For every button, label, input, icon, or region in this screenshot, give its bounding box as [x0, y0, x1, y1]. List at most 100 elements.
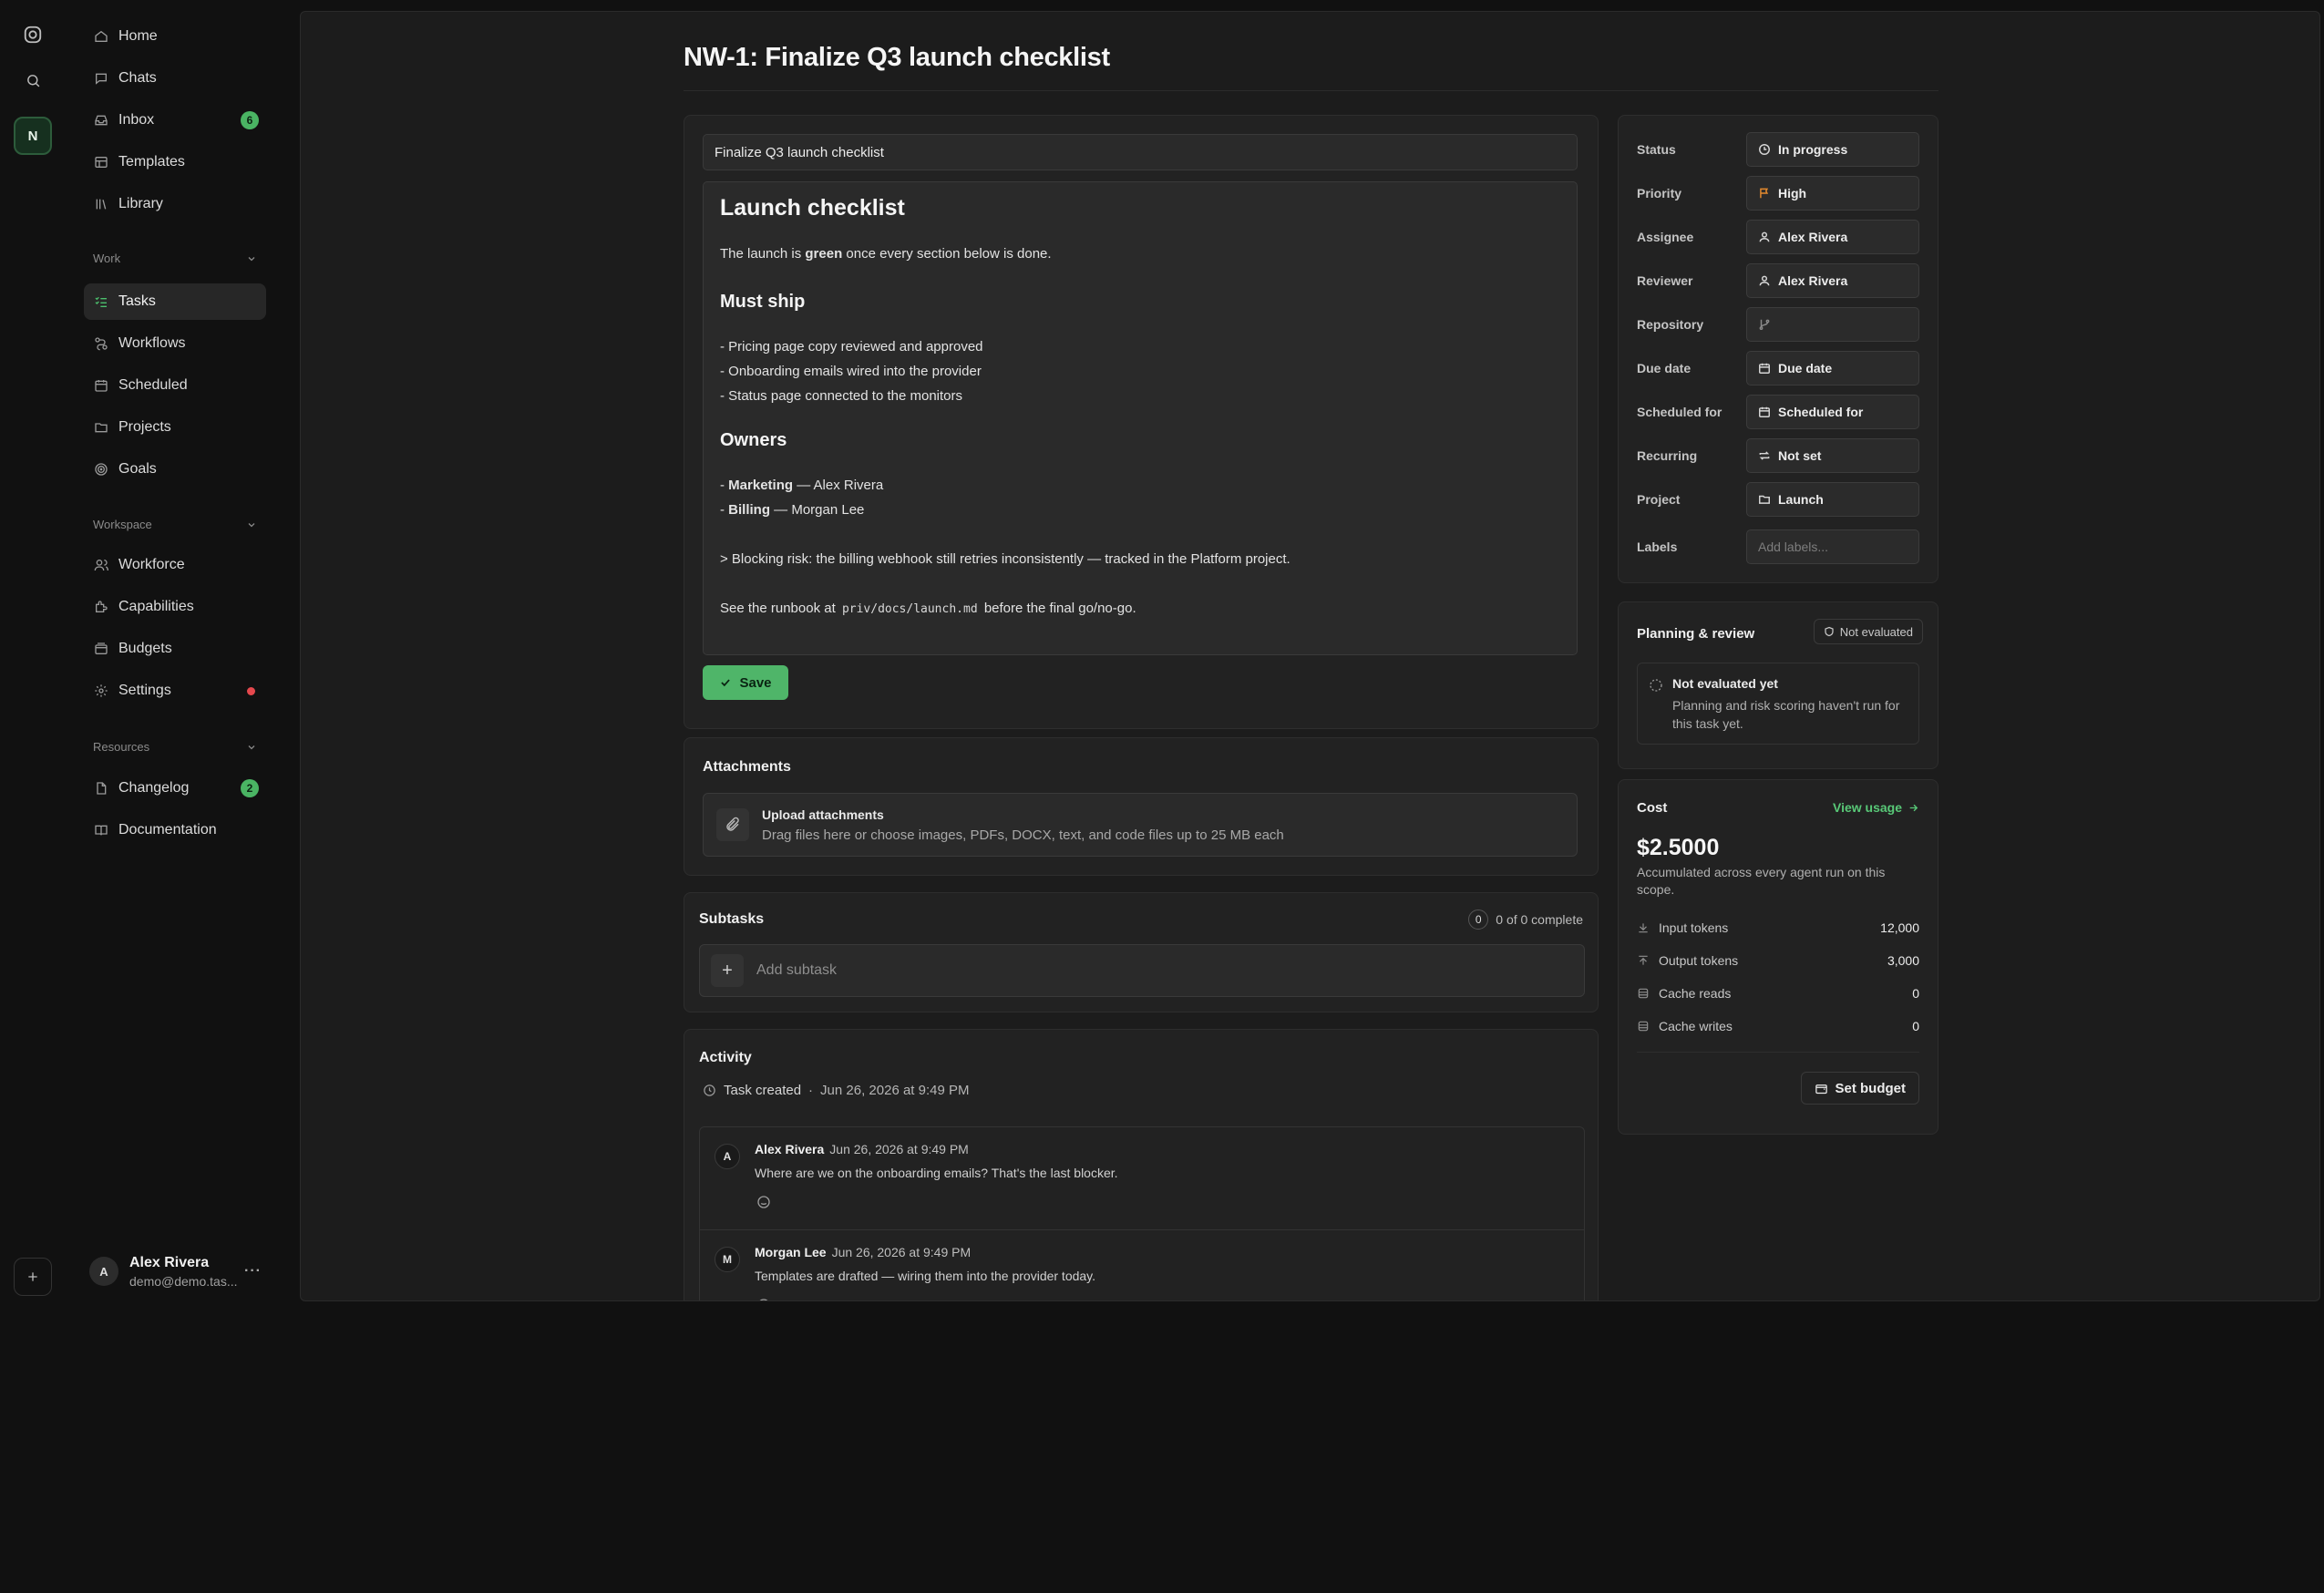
- due-date-picker[interactable]: Due date: [1746, 351, 1919, 385]
- task-title-input[interactable]: Finalize Q3 launch checklist: [703, 134, 1578, 170]
- repository-select[interactable]: [1746, 307, 1919, 342]
- property-assignee: Assignee Alex Rivera: [1637, 220, 1919, 254]
- sidebar-item-library[interactable]: Library: [84, 186, 266, 222]
- owner-line: - Billing — Morgan Lee: [720, 502, 865, 518]
- property-label: Due date: [1637, 361, 1692, 375]
- sidebar-item-settings[interactable]: Settings: [84, 673, 266, 709]
- sidebar-item-workflows[interactable]: Workflows: [84, 325, 266, 362]
- cost-row-value: 0: [1912, 986, 1919, 1001]
- set-budget-button[interactable]: Set budget: [1800, 1072, 1919, 1105]
- app-logo-icon[interactable]: [15, 16, 51, 53]
- sidebar-item-label: Workflows: [118, 335, 186, 351]
- user-menu[interactable]: A Alex Rivera demo@demo.tas... ···: [84, 1249, 266, 1294]
- section-title: Workspace: [93, 518, 152, 531]
- gear-icon: [93, 683, 109, 699]
- add-reaction-icon[interactable]: [756, 1195, 771, 1209]
- labels-input[interactable]: Add labels...: [1746, 529, 1919, 564]
- property-label: Recurring: [1637, 448, 1698, 463]
- subtasks-progress-text: 0 of 0 complete: [1496, 912, 1583, 927]
- cost-row-value: 12,000: [1880, 920, 1919, 935]
- upload-dropzone[interactable]: Upload attachments Drag files here or ch…: [703, 793, 1578, 857]
- sidebar-item-tasks[interactable]: Tasks: [84, 283, 266, 320]
- checklist-item: - Onboarding emails wired into the provi…: [720, 364, 982, 379]
- add-workspace-button[interactable]: [14, 1258, 52, 1296]
- workspace-switcher[interactable]: N: [14, 117, 52, 155]
- sidebar-item-budgets[interactable]: Budgets: [84, 631, 266, 667]
- property-repository: Repository: [1637, 307, 1919, 342]
- sidebar-item-home[interactable]: Home: [84, 18, 266, 55]
- database-icon: [1637, 1020, 1651, 1033]
- property-label: Project: [1637, 492, 1681, 507]
- user-name: Alex Rivera: [129, 1254, 210, 1270]
- cost-row-label: Cache writes: [1659, 1019, 1733, 1033]
- blocking-risk-quote: > Blocking risk: the billing webhook sti…: [720, 551, 1291, 567]
- scheduled-for-picker[interactable]: Scheduled for: [1746, 395, 1919, 429]
- sidebar-item-goals[interactable]: Goals: [84, 451, 266, 488]
- search-icon[interactable]: [15, 62, 51, 98]
- settings-alert-dot: [247, 686, 255, 695]
- page-title: NW-1: Finalize Q3 launch checklist: [684, 43, 1110, 72]
- sidebar-item-projects[interactable]: Projects: [84, 409, 266, 446]
- comment: A Alex Rivera Jun 26, 2026 at 9:49 PM Whe…: [700, 1127, 1584, 1229]
- activity-card: Activity Task created · Jun 26, 2026 at …: [684, 1029, 1599, 1300]
- comment-body: Templates are drafted — wiring them into…: [755, 1269, 1096, 1283]
- reviewer-select[interactable]: Alex Rivera: [1746, 263, 1919, 298]
- sidebar-item-capabilities[interactable]: Capabilities: [84, 589, 266, 625]
- save-button[interactable]: Save: [703, 665, 788, 700]
- sidebar-item-inbox[interactable]: Inbox 6: [84, 102, 266, 139]
- progress-circle-icon: [1758, 143, 1771, 156]
- evaluation-status-text: Not evaluated: [1839, 624, 1913, 639]
- sidebar-item-label: Capabilities: [118, 599, 194, 614]
- sidebar-item-workforce[interactable]: Workforce: [84, 547, 266, 583]
- add-reaction-icon[interactable]: [756, 1298, 771, 1300]
- checklist-item: - Pricing page copy reviewed and approve…: [720, 339, 983, 355]
- assignee-select[interactable]: Alex Rivera: [1746, 220, 1919, 254]
- calendar-icon: [1758, 362, 1771, 375]
- status-select[interactable]: In progress: [1746, 132, 1919, 167]
- property-recurring: Recurring Not set: [1637, 438, 1919, 473]
- subtasks-count: 0: [1468, 910, 1489, 930]
- section-workspace-toggle[interactable]: Workspace: [93, 518, 257, 531]
- property-value: Scheduled for: [1778, 405, 1864, 419]
- recurring-select[interactable]: Not set: [1746, 438, 1919, 473]
- activity-title: Activity: [699, 1050, 752, 1065]
- sidebar-item-scheduled[interactable]: Scheduled: [84, 367, 266, 404]
- arrow-down-to-line-icon: [1637, 921, 1651, 934]
- wallet-icon: [93, 641, 109, 657]
- subtasks-card: Subtasks 0 0 of 0 complete + Add subtask: [684, 892, 1599, 1012]
- property-label: Priority: [1637, 186, 1682, 200]
- sidebar-item-changelog[interactable]: Changelog 2: [84, 770, 266, 807]
- section-title: Resources: [93, 740, 150, 754]
- sidebar-item-label: Scheduled: [118, 377, 188, 393]
- property-status: Status In progress: [1637, 132, 1919, 167]
- property-value: In progress: [1778, 142, 1848, 157]
- activity-separator: ·: [808, 1083, 814, 1098]
- workflow-icon: [93, 335, 109, 352]
- evaluation-empty-state: Not evaluated yet Planning and risk scor…: [1637, 663, 1919, 745]
- view-usage-link[interactable]: View usage: [1833, 800, 1919, 815]
- add-subtask-input[interactable]: + Add subtask: [699, 944, 1585, 997]
- set-budget-label: Set budget: [1835, 1080, 1907, 1096]
- priority-select[interactable]: High: [1746, 176, 1919, 211]
- sidebar-item-chats[interactable]: Chats: [84, 60, 266, 97]
- cost-row-label: Cache reads: [1659, 986, 1732, 1001]
- flag-icon: [1758, 187, 1771, 200]
- user-icon: [1758, 274, 1771, 287]
- cost-divider: [1637, 1052, 1919, 1053]
- sidebar-item-documentation[interactable]: Documentation: [84, 812, 266, 848]
- checklist-item: - Status page connected to the monitors: [720, 388, 962, 404]
- task-detail-panel: NW-1: Finalize Q3 launch checklist Final…: [300, 11, 2320, 1301]
- check-icon: [721, 679, 731, 687]
- property-value: Alex Rivera: [1778, 230, 1848, 244]
- project-select[interactable]: Launch: [1746, 482, 1919, 517]
- property-label: Status: [1637, 142, 1676, 157]
- description-editor[interactable]: Launch checklist The launch is green onc…: [703, 181, 1578, 655]
- section-work-toggle[interactable]: Work: [93, 252, 257, 265]
- property-label: Labels: [1637, 540, 1678, 554]
- sidebar-item-templates[interactable]: Templates: [84, 144, 266, 180]
- property-label: Assignee: [1637, 230, 1694, 244]
- more-icon[interactable]: ···: [244, 1263, 262, 1280]
- section-resources-toggle[interactable]: Resources: [93, 740, 257, 754]
- evaluation-empty-title: Not evaluated yet: [1672, 676, 1778, 691]
- comment-time: Jun 26, 2026 at 9:49 PM: [831, 1245, 972, 1259]
